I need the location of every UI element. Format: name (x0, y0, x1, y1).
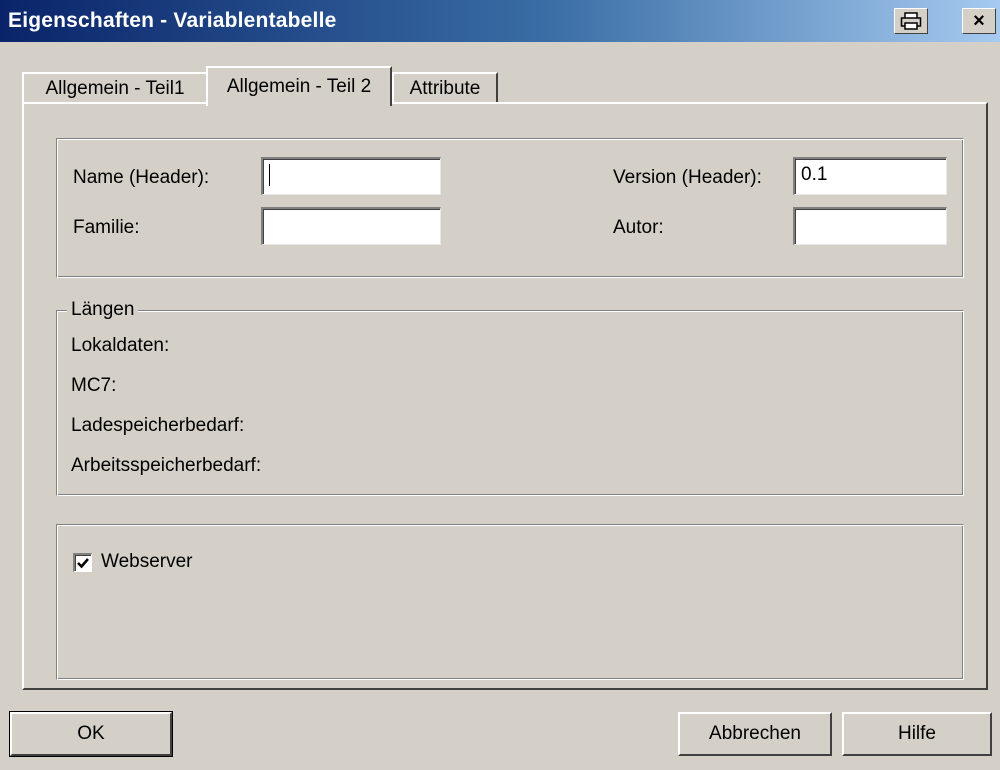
help-button-label: Hilfe (897, 723, 936, 744)
author-label: Autor: (613, 217, 664, 238)
tab-allgemein-teil1[interactable]: Allgemein - Teil1 (22, 72, 208, 104)
options-group: Webserver (56, 524, 964, 680)
family-input[interactable] (261, 207, 441, 245)
version-header-label: Version (Header): (613, 167, 762, 188)
tab-attribute[interactable]: Attribute (392, 72, 498, 104)
ok-button[interactable]: OK (9, 711, 173, 757)
tab-label: Allgemein - Teil1 (45, 78, 185, 99)
name-header-label: Name (Header): (73, 167, 210, 188)
load-memory-label: Ladespeicherbedarf: (71, 415, 245, 436)
webserver-checkbox[interactable] (73, 553, 92, 572)
tab-allgemein-teil2[interactable]: Allgemein - Teil 2 (206, 66, 392, 106)
ok-button-label: OK (77, 723, 105, 744)
version-header-value: 0.1 (801, 164, 828, 185)
family-label: Familie: (73, 217, 140, 238)
name-header-input[interactable] (261, 157, 441, 195)
cancel-button[interactable]: Abbrechen (678, 712, 832, 756)
printer-icon (900, 12, 922, 30)
cancel-button-label: Abbrechen (709, 723, 801, 744)
lengths-group-title: Längen (67, 299, 139, 321)
title-bar[interactable]: Eigenschaften - Variablentabelle × (0, 0, 1000, 42)
help-button[interactable]: Hilfe (842, 712, 992, 756)
author-input[interactable] (793, 207, 947, 245)
version-header-input[interactable]: 0.1 (793, 157, 947, 195)
local-data-label: Lokaldaten: (71, 335, 170, 356)
tab-label: Attribute (409, 78, 481, 99)
mc7-label: MC7: (71, 375, 117, 396)
checkmark-icon (77, 558, 89, 569)
close-icon: × (973, 9, 985, 32)
tab-panel: Name (Header): Familie: Version (Header)… (22, 102, 988, 690)
print-button[interactable] (894, 8, 928, 34)
text-caret (269, 164, 270, 186)
header-group: Name (Header): Familie: Version (Header)… (56, 138, 964, 278)
close-button[interactable]: × (962, 8, 996, 34)
lengths-group: Längen Lokaldaten: MC7: Ladespeicherbeda… (56, 299, 964, 496)
tab-label: Allgemein - Teil 2 (226, 76, 372, 97)
webserver-label: Webserver (101, 551, 193, 572)
work-memory-label: Arbeitsspeicherbedarf: (71, 455, 262, 476)
window-title: Eigenschaften - Variablentabelle (8, 9, 337, 32)
